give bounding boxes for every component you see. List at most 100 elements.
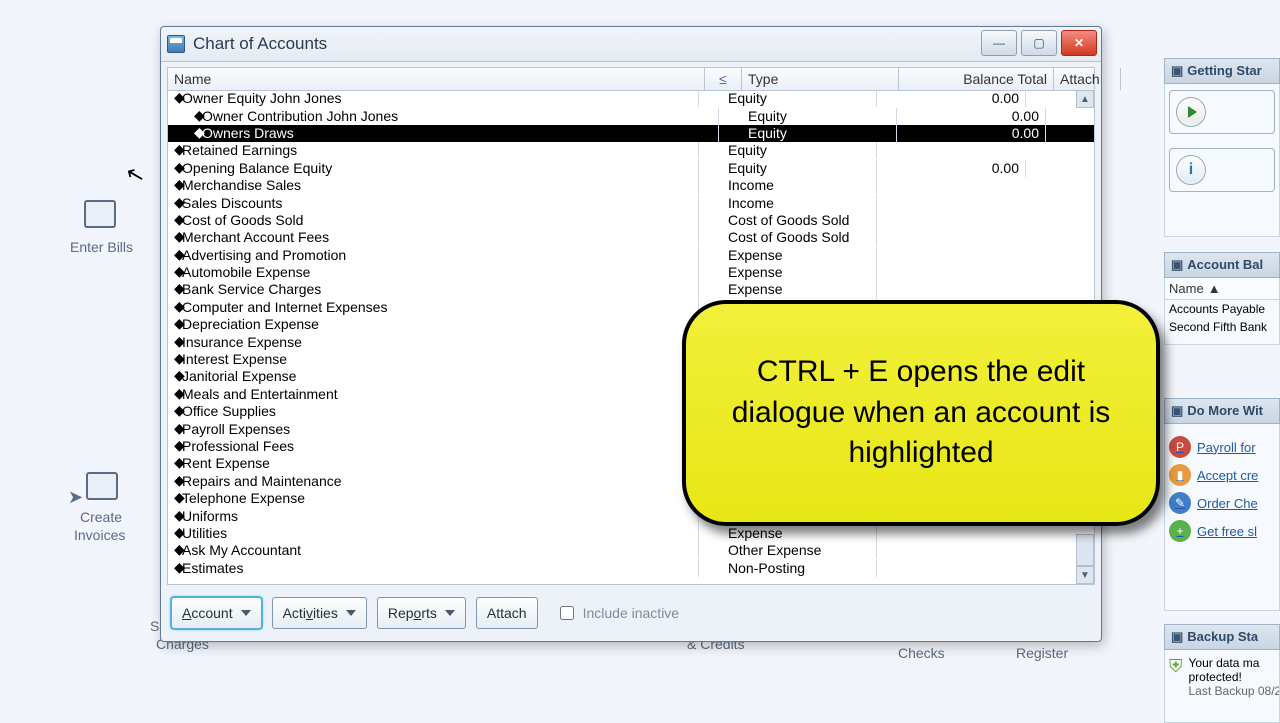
account-name-cell: ◆Janitorial Expense	[168, 368, 699, 385]
collapse-icon: ▣	[1171, 63, 1183, 78]
table-row[interactable]: ◆Advertising and Promotion Expense	[168, 247, 1094, 264]
bg-checks-label: Checks	[898, 645, 945, 661]
table-row[interactable]: ◆Retained EarningsEquity	[168, 142, 1094, 159]
credit-card-icon: ▮	[1169, 464, 1191, 486]
table-row[interactable]: ◆EstimatesNon-Posting	[168, 560, 1094, 577]
account-name-cell: ◆Professional Fees	[168, 438, 699, 455]
window-icon	[167, 35, 185, 53]
table-row[interactable]: ◆Cost of Goods SoldCost of Goods Sold	[168, 212, 1094, 229]
panel-getting-started-header[interactable]: ▣Getting Star	[1164, 58, 1280, 84]
sort-asc-icon: ▲	[1208, 281, 1221, 296]
reports-menu-button[interactable]: Reports	[377, 597, 466, 629]
attach-button[interactable]: Attach	[476, 597, 538, 629]
type-cell: Income	[724, 195, 877, 212]
account-balances-row[interactable]: Second Fifth Bank	[1165, 318, 1279, 336]
table-row[interactable]: ◆Sales Discounts Income	[168, 194, 1094, 211]
account-name-cell: ◆Meals and Entertainment	[168, 386, 699, 403]
window-footer: Account Activities Reports Attach Includ…	[167, 591, 1095, 635]
table-row[interactable]: ◆Owner Contribution John Jones Equity0.00	[168, 107, 1094, 124]
window-title: Chart of Accounts	[193, 34, 327, 54]
checks-icon: ✎	[1169, 492, 1191, 514]
col-attach-header[interactable]: Attach	[1054, 68, 1121, 90]
create-invoices-icon[interactable]	[86, 472, 118, 500]
panel-do-more-header[interactable]: ▣Do More Wit	[1164, 398, 1280, 424]
enter-bills-icon[interactable]	[84, 200, 116, 228]
col-balance-header[interactable]: Balance Total	[899, 68, 1054, 90]
table-row[interactable]: ◆Ask My AccountantOther Expense	[168, 542, 1094, 559]
panel-backup-status-header[interactable]: ▣Backup Sta	[1164, 624, 1280, 650]
play-button[interactable]	[1176, 97, 1206, 127]
balance-cell: 0.00	[897, 125, 1046, 142]
flow-arrow-icon: ➤	[68, 487, 83, 508]
account-name-cell: ◆Owners Draws	[168, 125, 719, 142]
account-name-cell: ◆Automobile Expense	[168, 264, 699, 281]
account-balances-name-header[interactable]: Name▲	[1165, 278, 1279, 300]
create-invoices-label-2: Invoices	[74, 527, 125, 543]
chevron-down-icon	[241, 610, 251, 616]
scroll-up-button[interactable]: ▲	[1076, 90, 1094, 108]
table-row[interactable]: ◆Owner Equity John JonesEquity0.00	[168, 90, 1094, 107]
account-name-cell: ◆Payroll Expenses	[168, 421, 699, 438]
account-name-cell: ◆Owner Contribution John Jones	[168, 108, 719, 125]
account-name-cell: ◆Sales Discounts	[168, 195, 699, 212]
bg-s-label: S	[150, 618, 159, 634]
table-row[interactable]: ◆Automobile ExpenseExpense	[168, 264, 1094, 281]
create-invoices-label-1: Create	[80, 509, 122, 525]
account-balances-row[interactable]: Accounts Payable	[1165, 300, 1279, 318]
info-icon: i	[1189, 161, 1193, 179]
table-row[interactable]: ◆Opening Balance EquityEquity0.00	[168, 160, 1094, 177]
table-row[interactable]: ◆Bank Service Charges Expense	[168, 281, 1094, 298]
table-row[interactable]: ◆Owners Draws Equity0.00	[168, 125, 1094, 142]
scroll-down-button[interactable]: ▼	[1076, 566, 1094, 584]
col-name-header[interactable]: Name	[168, 68, 705, 90]
account-name-cell: ◆Opening Balance Equity	[168, 160, 699, 177]
account-name-cell: ◆Owner Equity John Jones	[168, 90, 699, 107]
balance-cell: 0.00	[897, 108, 1046, 125]
table-row[interactable]: ◆Merchandise Sales Income	[168, 177, 1094, 194]
type-cell: Expense	[724, 247, 877, 264]
link-accept-credit[interactable]: ▮Accept cre	[1169, 464, 1275, 486]
bg-register-label: Register	[1016, 645, 1068, 661]
table-row[interactable]: ◆UtilitiesExpense	[168, 525, 1094, 542]
type-cell: Income	[724, 177, 877, 194]
account-name-cell: ◆Office Supplies	[168, 403, 699, 420]
link-order-checks[interactable]: ✎Order Che	[1169, 492, 1275, 514]
account-name-cell: ◆Merchandise Sales	[168, 177, 699, 194]
table-row[interactable]: ◆Merchant Account FeesCost of Goods Sold	[168, 229, 1094, 246]
account-name-cell: ◆Estimates	[168, 560, 699, 577]
account-name-cell: ◆Advertising and Promotion	[168, 247, 699, 264]
col-type-header[interactable]: Type	[742, 68, 899, 90]
account-name-cell: ◆Telephone Expense	[168, 490, 699, 507]
account-menu-button[interactable]: Account	[171, 597, 262, 629]
type-cell: Cost of Goods Sold	[724, 212, 877, 229]
mouse-cursor-icon: ↖	[123, 160, 148, 190]
include-inactive-input[interactable]	[560, 606, 574, 620]
account-name-cell: ◆Retained Earnings	[168, 142, 699, 159]
type-cell: Expense	[724, 281, 877, 298]
link-get-free[interactable]: +Get free sl	[1169, 520, 1275, 542]
col-special-header[interactable]: ≤	[705, 68, 742, 90]
account-name-cell: ◆Computer and Internet Expenses	[168, 299, 699, 316]
activities-menu-button[interactable]: Activities	[272, 597, 367, 629]
scroll-thumb[interactable]	[1076, 534, 1094, 566]
collapse-icon: ▣	[1171, 629, 1183, 644]
type-cell: Expense	[724, 525, 877, 542]
link-payroll[interactable]: PPayroll for	[1169, 436, 1275, 458]
maximize-button[interactable]: ▢	[1021, 30, 1057, 56]
titlebar[interactable]: Chart of Accounts — ▢ ✕	[161, 27, 1101, 62]
collapse-icon: ▣	[1171, 403, 1183, 418]
include-inactive-checkbox[interactable]: Include inactive	[556, 603, 680, 623]
close-button[interactable]: ✕	[1061, 30, 1097, 56]
chevron-down-icon	[445, 610, 455, 616]
chevron-down-icon	[346, 610, 356, 616]
account-name-cell: ◆Ask My Accountant	[168, 542, 699, 559]
minimize-button[interactable]: —	[981, 30, 1017, 56]
callout-text: CTRL + E opens the edit dialogue when an…	[712, 352, 1130, 474]
info-button[interactable]: i	[1176, 155, 1206, 185]
account-name-cell: ◆Interest Expense	[168, 351, 699, 368]
collapse-icon: ▣	[1171, 257, 1183, 272]
type-cell: Equity	[744, 125, 897, 142]
account-name-cell: ◆Bank Service Charges	[168, 281, 699, 298]
panel-account-balances-header[interactable]: ▣Account Bal	[1164, 252, 1280, 278]
type-cell: Equity	[744, 108, 897, 125]
